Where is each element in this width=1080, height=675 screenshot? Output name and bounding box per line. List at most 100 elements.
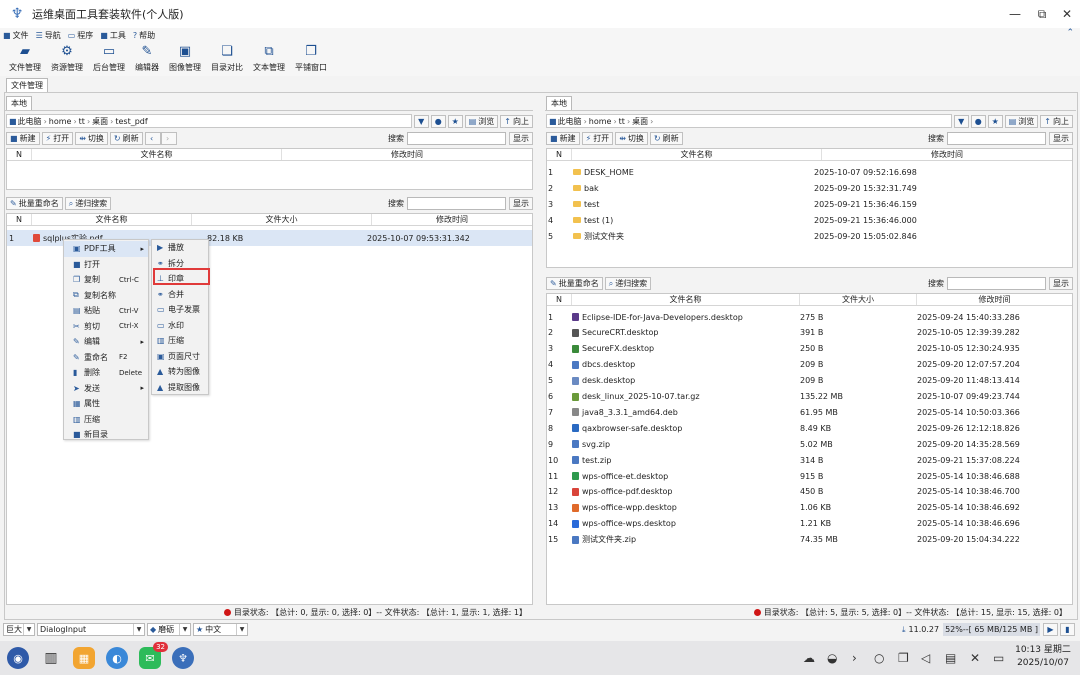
keyboard-icon[interactable]: ▤ [945, 641, 956, 675]
browse-button[interactable]: ▤ 浏览 [464, 114, 499, 128]
toolbar-editor[interactable]: ✎ 编辑器 [130, 42, 164, 76]
table-row[interactable]: 4 test (1) 2025-09-21 15:36:46.000 [547, 212, 1072, 228]
dir-show-button[interactable]: 显示 [1049, 132, 1073, 145]
collapse-toolbar-icon[interactable]: ⌃ [1066, 28, 1074, 38]
clock[interactable]: 10:13 星期二 2025/10/07 [1012, 644, 1074, 670]
col-size[interactable]: 文件大小 [800, 294, 917, 305]
context-menu-item[interactable]: ❐ 复制 Ctrl-C [64, 272, 148, 288]
col-name[interactable]: 文件名称 [572, 294, 800, 305]
toolbar-image-manager[interactable]: ▣ 图像管理 [164, 42, 206, 76]
dir-search-input[interactable] [947, 132, 1046, 145]
batch-rename-button[interactable]: ✎ 批量重命名 [546, 277, 603, 290]
table-row[interactable]: 13 wps-office-wpp.desktop 1.06 KB 2025-05-1… [547, 500, 1072, 516]
toolbar-text-manager[interactable]: ⧉ 文本管理 [248, 42, 290, 76]
wechat-icon[interactable]: ✉ 32 [139, 642, 168, 669]
submenu-item[interactable]: ▲ 提取图像 [152, 380, 208, 396]
context-menu-item[interactable]: ■ 新目录 [64, 427, 148, 443]
context-menu-item[interactable]: ■ 打开 [64, 257, 148, 273]
table-row[interactable]: 9 svg.zip 5.02 MB 2025-09-20 14:35:28.569 [547, 436, 1072, 452]
table-row[interactable]: 15 测试文件夹.zip 74.35 MB 2025-09-20 15:04:34.2… [547, 532, 1072, 548]
favorite-icon[interactable]: ★ [447, 114, 463, 128]
breadcrumb-segment[interactable]: home [589, 117, 612, 126]
toolbar-tile-window[interactable]: ❐ 平铺窗口 [290, 42, 332, 76]
toolbar-file-manager[interactable]: ▰ 文件管理 [4, 42, 46, 76]
col-name[interactable]: 文件名称 [32, 214, 192, 225]
recursive-search-button[interactable]: ⌕ 递归搜索 [604, 277, 652, 290]
table-row[interactable]: 1 Eclipse-IDE-for-Java-Developers.desktop… [547, 309, 1072, 325]
context-menu-item[interactable]: ▣ PDF工具 ▸ [64, 241, 148, 257]
play-icon[interactable]: ▶ [1043, 623, 1058, 636]
bluetooth-off-icon[interactable]: ✕ [970, 641, 980, 675]
context-menu-item[interactable]: ➤ 发送 ▸ [64, 381, 148, 397]
size-select[interactable]: 巨大 ▼ [3, 623, 35, 636]
switch-button[interactable]: ⇹ 切换 [75, 132, 108, 145]
breadcrumb-segment[interactable]: tt [79, 117, 85, 126]
menu-help[interactable]: ? 帮助 [133, 30, 155, 41]
left-tab-local[interactable]: 本地 [6, 96, 32, 110]
dir-search-input[interactable] [407, 132, 506, 145]
menu-nav[interactable]: ☰ 导航 [36, 30, 61, 41]
table-row[interactable]: 5 desk.desktop 209 B 2025-09-20 11:48:13.41… [547, 373, 1072, 389]
col-n[interactable]: N [547, 294, 572, 305]
start-menu-icon[interactable]: ◉ [7, 647, 29, 669]
context-menu-item[interactable]: ✎ 编辑 ▸ [64, 334, 148, 350]
table-row[interactable]: 6 desk_linux_2025-10-07.tar.gz 135.22 MB 20… [547, 389, 1072, 405]
file-show-button[interactable]: 显示 [509, 197, 533, 210]
browser-icon[interactable]: ◐ [106, 647, 128, 669]
context-menu-item[interactable]: ▤ 粘贴 Ctrl-V [64, 303, 148, 319]
table-row[interactable]: 11 wps-office-et.desktop 915 B 2025-05-14 1… [547, 468, 1072, 484]
app-store-icon[interactable]: ▦ [73, 647, 95, 669]
context-menu-item[interactable]: ⧉ 复制名称 [64, 288, 148, 304]
left-path-breadcrumb[interactable]: ■ 此电脑 › home › tt › 桌面 › test_pdf [6, 114, 412, 128]
menu-tools[interactable]: ■ 工具 [100, 30, 126, 41]
table-row[interactable]: 4 dbcs.desktop 209 B 2025-09-20 12:07:57.20… [547, 357, 1072, 373]
table-row[interactable]: 12 wps-office-pdf.desktop 450 B 2025-05-14 … [547, 484, 1072, 500]
col-time[interactable]: 修改时间 [917, 294, 1072, 305]
go-icon[interactable]: ● [430, 114, 446, 128]
file-search-input[interactable] [407, 197, 506, 210]
table-row[interactable]: 10 test.zip 314 B 2025-09-21 15:37:08.224 [547, 452, 1072, 468]
breadcrumb-segment[interactable]: 此电脑 [558, 116, 582, 127]
dir-show-button[interactable]: 显示 [509, 132, 533, 145]
submenu-item[interactable]: ▭ 电子发票 [152, 302, 208, 318]
batch-rename-button[interactable]: ✎ 批量重命名 [6, 197, 63, 210]
col-size[interactable]: 文件大小 [192, 214, 372, 225]
submenu-item[interactable]: ▭ 水印 [152, 318, 208, 334]
new-button[interactable]: ■ 新建 [6, 132, 40, 145]
back-button[interactable]: ‹ [144, 132, 161, 145]
up-button[interactable]: ↑ 向上 [1040, 114, 1073, 128]
open-button[interactable]: ⚡ 打开 [41, 132, 74, 145]
notification-icon[interactable]: ▭ [993, 641, 1004, 675]
table-row[interactable]: 3 test 2025-09-21 15:36:46.159 [547, 196, 1072, 212]
volume-icon[interactable]: ◁ [921, 641, 930, 675]
submenu-item[interactable]: ▲ 转为图像 [152, 364, 208, 380]
table-row[interactable]: 1 DESK_HOME 2025-10-07 09:52:16.698 [547, 164, 1072, 180]
clipboard-icon[interactable]: ❐ [898, 641, 909, 675]
multitask-view-icon[interactable]: ▥ [40, 647, 62, 669]
right-tab-local[interactable]: 本地 [546, 96, 572, 110]
switch-button[interactable]: ⇹ 切换 [615, 132, 648, 145]
context-menu-item[interactable]: ✂ 剪切 Ctrl-X [64, 319, 148, 335]
table-row[interactable]: 7 java8_3.3.1_amd64.deb 61.95 MB 2025-05-14… [547, 404, 1072, 420]
file-search-input[interactable] [947, 277, 1046, 290]
theme-select[interactable]: ◆ 磨砺 ▼ [147, 623, 191, 636]
path-dropdown-icon[interactable]: ▼ [413, 114, 429, 128]
browse-button[interactable]: ▤ 浏览 [1004, 114, 1039, 128]
close-button[interactable]: ✕ [1052, 0, 1080, 28]
context-menu-item[interactable]: ✎ 重命名 F2 [64, 350, 148, 366]
table-row[interactable]: 3 SecureFX.desktop 250 B 2025-10-05 12:30:2… [547, 341, 1072, 357]
network-icon[interactable]: ◒ [827, 641, 837, 675]
chevron-right-icon[interactable]: › [852, 641, 857, 675]
submenu-item[interactable]: ▶ 播放 [152, 240, 208, 256]
toolbar-backend-manager[interactable]: ▭ 后台管理 [88, 42, 130, 76]
up-button[interactable]: ↑ 向上 [500, 114, 533, 128]
context-menu-item[interactable]: ▮ 删除 Delete [64, 365, 148, 381]
language-select[interactable]: ★ 中文 ▼ [193, 623, 248, 636]
breadcrumb-segment[interactable]: 桌面 [632, 116, 648, 127]
breadcrumb-segment[interactable]: tt [619, 117, 625, 126]
table-row[interactable]: 8 qaxbrowser-safe.desktop 8.49 KB 2025-09-2… [547, 420, 1072, 436]
minimize-button[interactable]: — [1000, 0, 1030, 28]
table-row[interactable]: 2 bak 2025-09-20 15:32:31.749 [547, 180, 1072, 196]
col-name[interactable]: 文件名称 [572, 149, 822, 160]
breadcrumb-segment[interactable]: 此电脑 [18, 116, 42, 127]
